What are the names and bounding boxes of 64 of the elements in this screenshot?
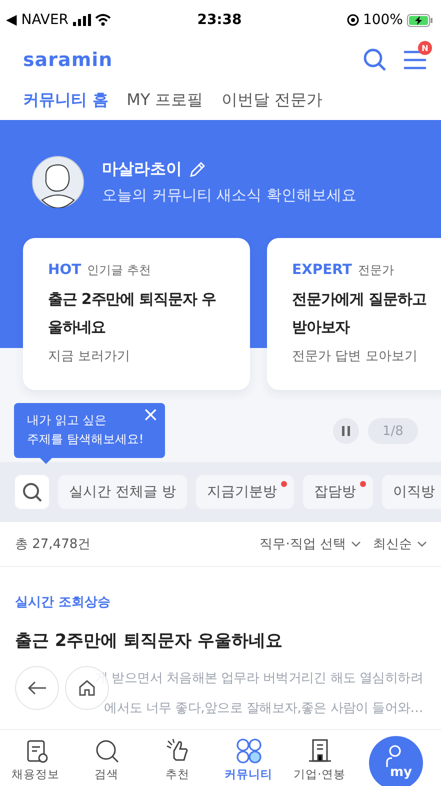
person-icon [385, 745, 403, 769]
card-category: 전문가 [358, 262, 394, 279]
card-title: 받아보자 [292, 317, 350, 338]
filter-dropdown[interactable]: 최신순 [373, 535, 427, 553]
back-button[interactable] [15, 666, 59, 710]
search-icon[interactable] [363, 48, 387, 72]
nav-item[interactable]: 추천 [142, 738, 213, 782]
wifi-icon [94, 14, 111, 26]
saramin-logo[interactable]: saramin [23, 49, 113, 71]
pause-button[interactable] [333, 418, 359, 444]
post-title[interactable]: 출근 2주만에 퇴직문자 우울하네요 [0, 611, 441, 652]
menu-icon[interactable] [403, 49, 427, 71]
card-link: 지금 보러가기 [48, 348, 132, 365]
nav-item[interactable]: 채용정보 [0, 738, 71, 782]
battery-icon [406, 14, 433, 26]
my-button[interactable]: my [369, 736, 423, 786]
profile-subtitle: 오늘의 커뮤니티 새소식 확인해보세요 [102, 186, 356, 205]
search-button[interactable] [15, 475, 49, 509]
nav-item[interactable]: 기업·연봉 [284, 738, 355, 782]
avatar-icon[interactable] [32, 156, 84, 208]
back-arrow-icon [27, 680, 47, 696]
nav-item[interactable]: 검색 [71, 738, 142, 782]
search-icon [94, 738, 120, 764]
recommend-card[interactable]: EXPERT 전문가 전문가에게 질문하고 받아보자 전문가 답변 모아보기 [267, 238, 441, 390]
chat-bubbles-icon [236, 738, 262, 764]
card-title: 울하네요 [48, 317, 106, 338]
orientation-lock-icon [346, 14, 359, 26]
pencil-icon[interactable] [188, 160, 206, 178]
slide-counter: 1/8 [368, 418, 418, 444]
section-label: 실시간 조회상승 [14, 594, 112, 611]
card-title: 전문가에게 질문하고 [292, 289, 426, 310]
tooltip-text: 주제를 탐색해보세요! [27, 431, 144, 448]
card-tag: HOT [48, 262, 82, 278]
tooltip-text: 내가 읽고 싶은 [27, 412, 107, 429]
nav-item[interactable]: 커뮤니티 [213, 738, 284, 782]
tab[interactable]: 커뮤니티 홈 [23, 86, 109, 114]
recommend-card[interactable]: HOT 인기글 추천 출근 2주만에 퇴직문자 우 울하네요 지금 보러가기 [23, 238, 250, 390]
thumbs-up-icon [164, 738, 190, 764]
user-name: 마살라초이 [102, 159, 182, 180]
topic-chip[interactable]: 잡담방 [302, 475, 373, 509]
close-button[interactable]: × [140, 403, 161, 425]
home-icon [78, 679, 96, 697]
signal-icon [72, 14, 91, 26]
card-tag: EXPERT [292, 262, 352, 278]
chevron-down-icon [417, 541, 427, 547]
post-preview: 에서도 너무 좋다,앞으로 잘해보자,좋은 사람이 들어와… [104, 700, 423, 718]
topic-chip[interactable]: 지금기분방 [196, 475, 294, 509]
filter-dropdown[interactable]: 직무·직업 선택 [260, 535, 361, 553]
search-icon [22, 482, 42, 502]
chevron-down-icon [351, 541, 361, 547]
card-link: 전문가 답변 모아보기 [292, 348, 418, 365]
total-count: 총 27,478건 [15, 536, 91, 553]
topic-chip[interactable]: 실시간 전체글 방 [58, 475, 187, 509]
building-icon [306, 738, 332, 764]
back-to-app-link[interactable]: ◀ NAVER [6, 12, 69, 28]
topic-chip[interactable]: 이직방 [382, 475, 441, 509]
tab[interactable]: 이번달 전문가 [221, 86, 322, 114]
card-title: 출근 2주만에 퇴직문자 우 [48, 289, 216, 310]
clock-time: 23:38 [197, 12, 242, 28]
notification-badge: N [418, 41, 432, 55]
tab[interactable]: MY 프로필 [126, 86, 204, 114]
card-category: 인기글 추천 [87, 262, 151, 279]
battery-percent: 100% [362, 12, 403, 28]
pause-icon [342, 426, 350, 436]
